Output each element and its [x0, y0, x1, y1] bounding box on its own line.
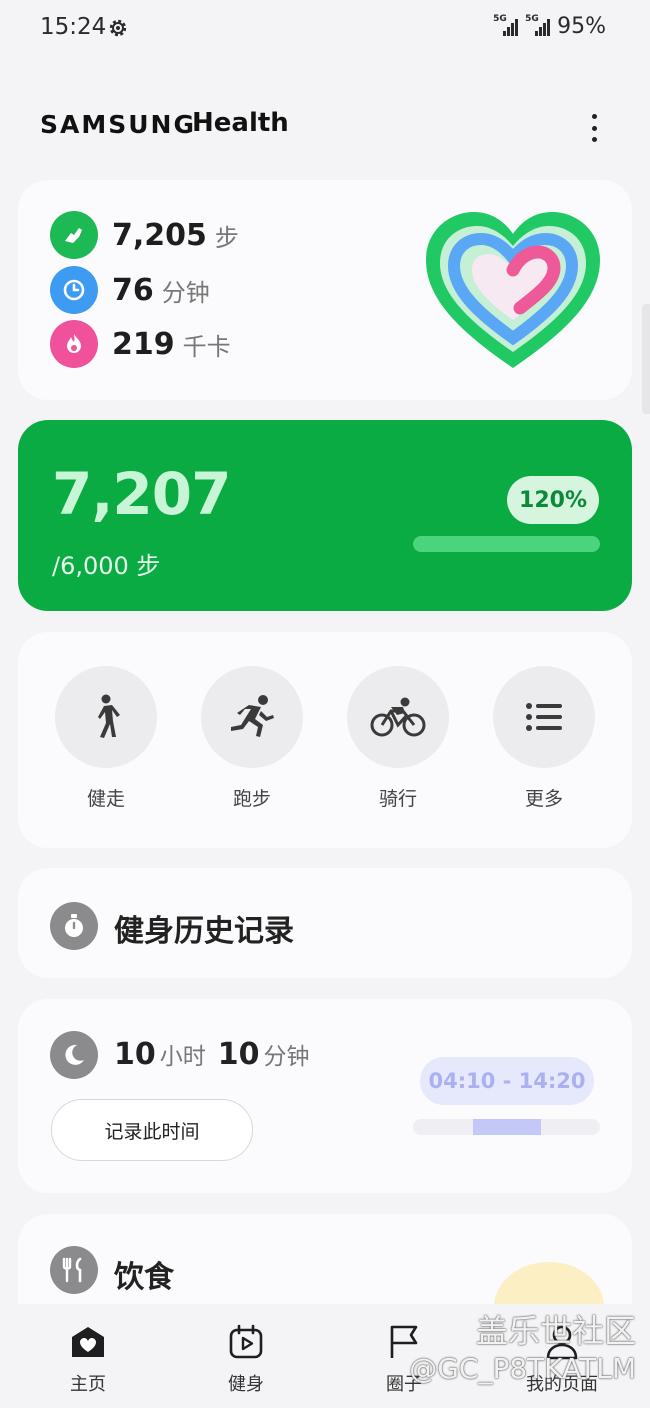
quick-workouts-card: 健走 跑步 骑行 更多	[18, 632, 632, 848]
sleep-hours: 10	[114, 1037, 156, 1072]
steps-value: 7,205	[112, 217, 207, 253]
steps-unit: 步	[214, 223, 239, 252]
food-title: 饮食	[114, 1260, 174, 1295]
record-sleep-button[interactable]: 记录此时间	[51, 1099, 253, 1161]
active-time-metric: 76 分钟	[50, 265, 210, 315]
flame-icon	[50, 320, 98, 368]
network-type-1: 5G	[493, 13, 507, 24]
sleep-time-range: 04:10 - 14:20	[420, 1057, 594, 1105]
steps-goal: /6,000 步	[52, 552, 161, 580]
stopwatch-icon	[50, 902, 98, 950]
calories-unit: 千卡	[182, 332, 231, 361]
app-header: SAMSUNG Health	[40, 108, 610, 148]
steps-percent-badge: 120%	[507, 476, 599, 524]
settings-gear-icon	[106, 16, 130, 40]
steps-count: 7,207	[52, 460, 231, 528]
active-time-unit: 分钟	[161, 278, 210, 307]
steps-metric: 7,205 步	[50, 210, 239, 260]
activity-summary-card[interactable]: 7,205 步 76 分钟 219 千卡	[18, 180, 632, 400]
steps-goal-card[interactable]: 7,207 /6,000 步 120%	[18, 420, 632, 611]
nav-fitness-label: 健身	[228, 1374, 264, 1395]
workout-running-label: 跑步	[232, 788, 271, 810]
status-time: 15:24	[40, 14, 107, 40]
list-icon	[493, 666, 595, 768]
workout-more-label: 更多	[524, 788, 563, 810]
nav-home[interactable]: 主页	[28, 1322, 148, 1396]
workout-cycling[interactable]: 骑行	[347, 666, 449, 811]
fitness-history-card[interactable]: 健身历史记录	[18, 868, 632, 978]
workout-walking[interactable]: 健走	[55, 666, 157, 811]
walking-icon	[55, 666, 157, 768]
sleep-minutes-unit: 分钟	[263, 1044, 310, 1070]
signal-2-icon: 5G	[525, 13, 551, 38]
watermark-handle: @GC_P8TKATLM	[409, 1352, 636, 1385]
workout-walking-label: 健走	[86, 788, 125, 810]
home-heart-icon	[28, 1322, 148, 1362]
fitness-history-title: 健身历史记录	[114, 914, 294, 949]
active-time-value: 76	[112, 272, 154, 308]
moon-icon	[50, 1031, 98, 1079]
sleep-hours-unit: 小时	[159, 1044, 206, 1070]
fork-knife-icon	[50, 1246, 98, 1294]
shoe-icon	[50, 211, 98, 259]
workout-cycling-label: 骑行	[378, 788, 417, 810]
status-bar: 15:24 5G 5G 95%	[0, 0, 650, 60]
more-vert-icon[interactable]	[584, 110, 604, 146]
workout-more[interactable]: 更多	[493, 666, 595, 811]
calories-metric: 219 千卡	[50, 319, 231, 369]
activity-rings-heart-icon	[422, 208, 604, 378]
sleep-duration: 10 小时 10 分钟	[114, 1037, 322, 1072]
sleep-minutes: 10	[217, 1037, 260, 1072]
steps-progress-bar	[413, 536, 600, 552]
signal-1-icon: 5G	[493, 13, 519, 38]
scrollbar[interactable]	[642, 304, 650, 414]
brand-samsung: SAMSUNG	[40, 110, 196, 139]
cycling-icon	[347, 666, 449, 768]
status-indicators: 5G 5G 95%	[493, 13, 606, 40]
steps-progress-fill	[413, 536, 600, 552]
nav-home-label: 主页	[70, 1374, 106, 1395]
running-icon	[201, 666, 303, 768]
clock-icon	[50, 266, 98, 314]
brand-health: Health	[192, 108, 289, 138]
network-type-2: 5G	[525, 13, 539, 24]
calories-value: 219	[112, 326, 175, 362]
nav-fitness[interactable]: 健身	[186, 1322, 306, 1396]
calendar-play-icon	[186, 1322, 306, 1362]
sleep-card[interactable]: 10 小时 10 分钟 记录此时间 04:10 - 14:20	[18, 999, 632, 1193]
sleep-timeline-bar	[473, 1119, 541, 1135]
workout-running[interactable]: 跑步	[201, 666, 303, 811]
watermark-community: 盖乐世社区	[475, 1312, 636, 1350]
battery-level: 95%	[557, 14, 606, 39]
